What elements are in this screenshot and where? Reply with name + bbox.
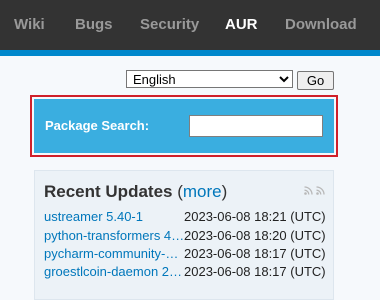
language-select[interactable]: English (126, 70, 293, 88)
nav-wiki[interactable]: Wiki (14, 0, 45, 50)
update-date: 2023-06-08 18:17 (UTC) (184, 246, 326, 261)
package-link[interactable]: ustreamer 5.40-1 (44, 209, 184, 224)
recent-updates-heading: Recent Updates (44, 182, 173, 201)
package-search-input[interactable] (189, 115, 323, 137)
update-date: 2023-06-08 18:21 (UTC) (184, 209, 326, 224)
nav-aur[interactable]: AUR (225, 0, 258, 50)
update-date: 2023-06-08 18:17 (UTC) (184, 264, 326, 279)
update-row: pycharm-community-… 2023-06-08 18:17 (UT… (44, 246, 334, 264)
update-date: 2023-06-08 18:20 (UTC) (184, 228, 326, 243)
nav-security[interactable]: Security (140, 0, 199, 50)
package-link[interactable]: pycharm-community-… (44, 246, 184, 261)
package-link[interactable]: python-transformers 4… (44, 228, 184, 243)
more-link[interactable]: more (183, 182, 222, 201)
update-row: python-transformers 4… 2023-06-08 18:20 … (44, 228, 334, 246)
package-link[interactable]: groestlcoin-daemon 2… (44, 264, 184, 279)
update-row: ustreamer 5.40-1 2023-06-08 18:21 (UTC) (44, 209, 334, 227)
rss-icon[interactable] (304, 186, 313, 195)
package-search-label: Package Search: (45, 118, 150, 133)
top-navigation-bar: Wiki Bugs Security AUR Download (0, 0, 380, 50)
nav-bugs[interactable]: Bugs (75, 0, 113, 50)
nav-download[interactable]: Download (285, 0, 357, 50)
close-paren: ) (221, 182, 228, 201)
update-row: groestlcoin-daemon 2… 2023-06-08 18:17 (… (44, 264, 334, 282)
go-button[interactable]: Go (297, 71, 334, 90)
recent-updates-title: Recent Updates (more) (44, 182, 227, 202)
rss-icon[interactable] (316, 186, 325, 195)
